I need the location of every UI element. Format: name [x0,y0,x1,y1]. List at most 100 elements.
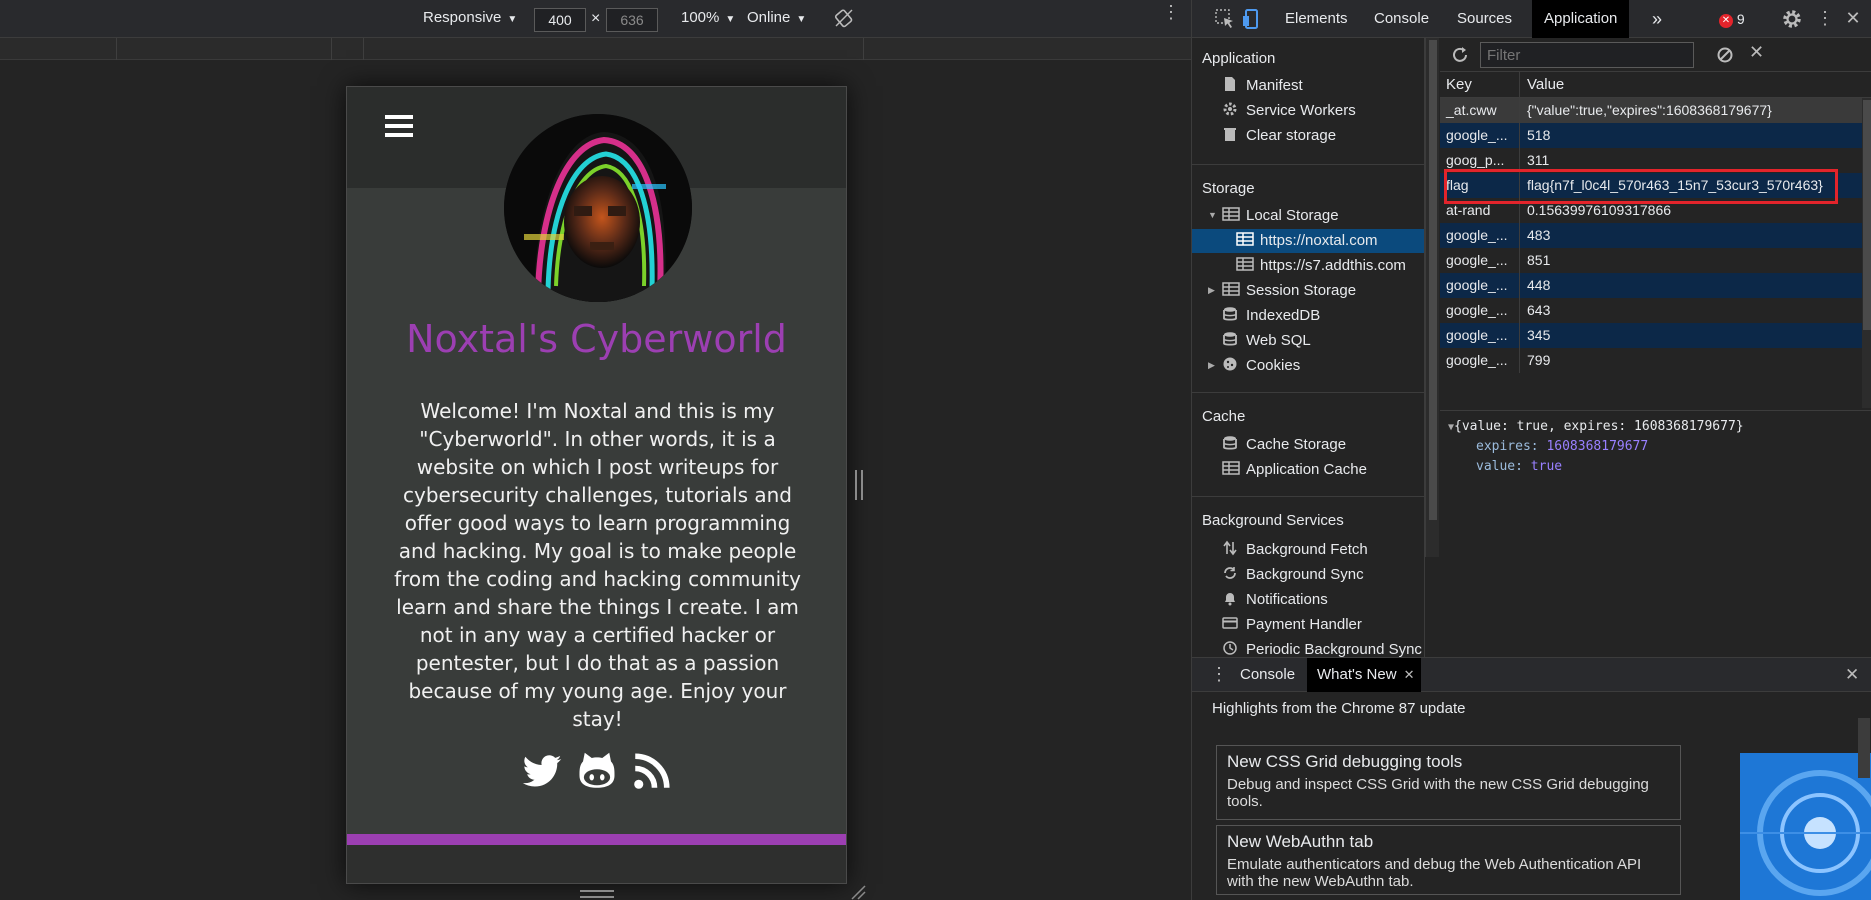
sidebar-item-label: https://noxtal.com [1260,232,1378,249]
row-key: google_... [1440,348,1520,373]
tab-console[interactable]: Console [1362,0,1441,38]
dimension-separator: × [591,10,601,27]
table-row[interactable]: at-rand 0.15639976109317866 [1440,198,1862,223]
preview-value-value: true [1530,459,1563,474]
table-row[interactable]: _at.cww {"value":true,"expires":160836817… [1440,98,1862,123]
sidebar-item-local-storage[interactable]: Local Storage [1222,204,1339,228]
expand-arrow-icon[interactable]: ▶ [1208,285,1215,296]
sidebar-item-notifications[interactable]: Notifications [1222,588,1328,612]
device-select-label: Responsive [423,9,502,26]
expand-arrow-icon[interactable]: ▼ [1208,210,1217,220]
table-row[interactable]: google_... 799 [1440,348,1862,373]
preview-value-line: value: true [1476,459,1562,474]
sidebar-item-cookies[interactable]: Cookies [1222,354,1300,378]
sidebar-item-periodic-background-sync[interactable]: Periodic Background Sync [1222,638,1422,657]
column-header-key[interactable]: Key [1440,72,1520,97]
row-value: flag{n7f_l0c4l_570r463_15n7_53cur3_570r4… [1527,177,1823,193]
viewport-resize-handle-right[interactable] [855,470,863,500]
table-row[interactable]: google_... 448 [1440,273,1862,298]
zoom-select[interactable]: 100% ▼ [681,9,735,26]
sidebar-item-label: Background Sync [1246,566,1364,583]
sidebar-item-background-fetch[interactable]: Background Fetch [1222,538,1368,562]
device-toolbar-icon[interactable] [1241,8,1263,30]
more-tabs-icon[interactable]: » [1640,0,1674,38]
preview-summary[interactable]: ▼{value: true, expires: 1608368179677} [1448,419,1744,434]
sidebar-item-payment-handler[interactable]: Payment Handler [1222,613,1362,637]
drawer-tab-whats-new[interactable]: What's New ✕ [1307,658,1421,692]
sidebar-heading-application: Application [1202,50,1276,67]
drawer-tab-console[interactable]: Console [1230,658,1305,692]
more-options-icon[interactable]: ⋮ [1162,3,1180,21]
sidebar-item-manifest[interactable]: Manifest [1222,74,1303,98]
row-key: at-rand [1440,198,1520,223]
viewport-resize-handle-bottom[interactable] [580,890,614,898]
preview-summary-text: {value: true, expires: 1608368179677} [1454,419,1744,434]
sidebar-item-application-cache[interactable]: Application Cache [1222,458,1367,482]
filter-input[interactable] [1480,42,1694,68]
table-row-flag[interactable]: flag flag{n7f_l0c4l_570r463_15n7_53cur3_5… [1440,173,1862,198]
sidebar-scrollbar-thumb[interactable] [1429,40,1437,520]
sidebar-divider [1192,164,1424,165]
github-icon[interactable] [576,751,618,793]
sidebar-item-cache-storage[interactable]: Cache Storage [1222,433,1346,457]
swap-arrows-icon [1222,540,1240,556]
media-query-segment[interactable] [117,38,332,60]
table-row[interactable]: google_... 851 [1440,248,1862,273]
mobile-viewport: Noxtal's Cyberworld Welcome! I'm Noxtal … [346,86,847,884]
sidebar-item-session-storage[interactable]: Session Storage [1222,279,1356,303]
sidebar-item-clear-storage[interactable]: Clear storage [1222,124,1336,148]
tab-elements[interactable]: Elements [1273,0,1360,38]
table-row[interactable]: google_... 483 [1440,223,1862,248]
width-input[interactable]: 400 [534,8,586,32]
table-row[interactable]: google_... 643 [1440,298,1862,323]
media-query-segment[interactable] [332,38,364,60]
sidebar-item-local-storage-addthis[interactable]: https://s7.addthis.com [1236,254,1406,278]
table-scrollbar[interactable] [1862,98,1871,408]
gear-icon[interactable] [1781,8,1803,30]
table-row[interactable]: google_... 518 [1440,123,1862,148]
close-icon[interactable]: ✕ [1404,658,1415,692]
drawer-menu-icon[interactable]: ⋮ [1210,664,1228,685]
whats-new-illustration [1740,753,1871,900]
row-key: _at.cww [1440,98,1520,123]
more-options-icon[interactable]: ⋮ [1814,8,1836,30]
height-input[interactable]: 636 [606,8,658,32]
error-icon: ✕ [1719,14,1733,28]
inspect-element-icon[interactable] [1214,8,1236,30]
delete-selected-icon[interactable]: ✕ [1749,42,1767,66]
site-intro-text: Welcome! I'm Noxtal and this is my "Cybe… [394,399,801,731]
sidebar-item-background-sync[interactable]: Background Sync [1222,563,1364,587]
tab-sources[interactable]: Sources [1445,0,1524,38]
drawer-scrollbar[interactable] [1858,718,1870,778]
table-row[interactable]: google_... 345 [1440,323,1862,348]
column-header-value[interactable]: Value [1521,72,1862,97]
tab-application[interactable]: Application [1532,0,1630,38]
viewport-resize-handle-corner[interactable] [850,884,866,900]
sidebar-item-indexeddb[interactable]: IndexedDB [1222,304,1320,328]
device-select[interactable]: Responsive ▼ [423,9,517,26]
sidebar-scrollbar[interactable] [1425,38,1439,557]
clear-all-icon[interactable] [1716,46,1734,64]
network-select[interactable]: Online ▼ [747,9,806,26]
sidebar-item-service-workers[interactable]: Service Workers [1222,99,1356,123]
whats-new-card[interactable]: New CSS Grid debugging tools Debug and i… [1216,745,1681,820]
refresh-icon[interactable] [1450,45,1470,65]
table-icon [1222,460,1240,476]
table-scrollbar-thumb[interactable] [1863,100,1871,330]
storage-toolbar: ✕ [1440,38,1871,72]
table-row[interactable]: goog_p... 311 [1440,148,1862,173]
close-drawer-icon[interactable]: ✕ [1845,665,1859,685]
close-icon[interactable]: ✕ [1842,8,1864,30]
expand-arrow-icon[interactable]: ▶ [1208,360,1215,371]
sidebar-item-label: Service Workers [1246,102,1356,119]
hamburger-menu-icon[interactable] [385,115,413,137]
rotate-icon[interactable] [834,8,854,28]
rss-icon[interactable] [630,751,672,793]
error-counter[interactable]: ✕ 9 [1719,11,1745,28]
media-query-segment[interactable] [364,38,864,60]
twitter-icon[interactable] [521,751,563,793]
whats-new-card[interactable]: New WebAuthn tab Emulate authenticators … [1216,825,1681,895]
sidebar-item-local-storage-noxtal[interactable]: https://noxtal.com [1236,229,1378,253]
media-query-segment[interactable] [0,38,117,60]
sidebar-item-web-sql[interactable]: Web SQL [1222,329,1311,353]
